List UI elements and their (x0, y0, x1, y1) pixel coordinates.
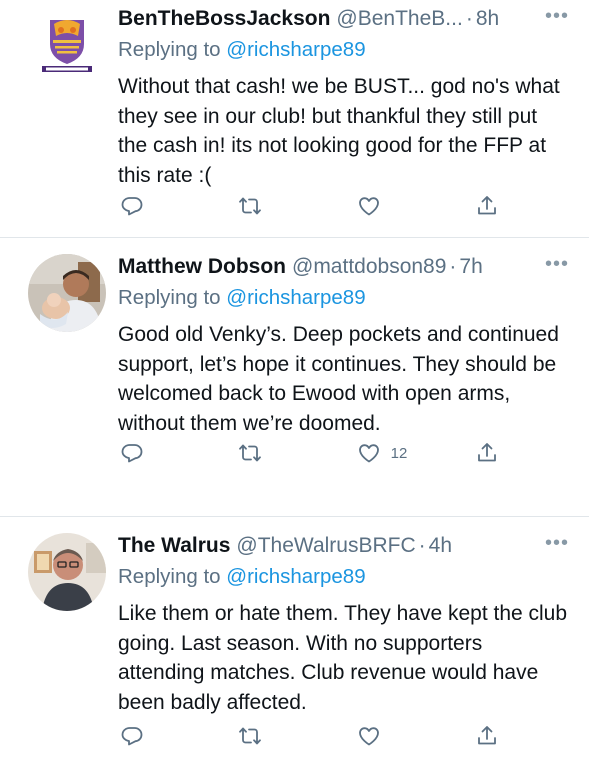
display-name[interactable]: The Walrus (118, 533, 230, 559)
tweet-actions (120, 194, 499, 218)
tweet[interactable]: BenTheBossJackson @BenTheB... · 8h ••• R… (0, 0, 589, 238)
share-icon (478, 196, 496, 215)
share-icon (478, 726, 496, 745)
like-icon (358, 197, 379, 216)
retweet-button[interactable] (238, 441, 356, 465)
tweet[interactable]: Matthew Dobson @mattdobson89 · 7h ••• Re… (0, 238, 589, 517)
tweet-header: BenTheBossJackson @BenTheB... · 8h ••• (118, 6, 569, 32)
tweet-content: Matthew Dobson @mattdobson89 · 7h ••• Re… (118, 254, 569, 516)
tweet-header: The Walrus @TheWalrusBRFC · 4h ••• (118, 533, 569, 559)
mention-link[interactable]: @richsharpe89 (226, 565, 365, 588)
retweet-button[interactable] (238, 194, 356, 218)
avatar[interactable] (28, 533, 106, 611)
tweet[interactable]: The Walrus @TheWalrusBRFC · 4h ••• Reply… (0, 517, 589, 767)
retweet-button[interactable] (238, 724, 356, 748)
more-options-icon[interactable]: ••• (545, 6, 569, 32)
share-button[interactable] (475, 194, 499, 218)
separator-dot: · (449, 255, 457, 278)
avatar[interactable] (28, 6, 106, 84)
replying-to-label: Replying to (118, 38, 221, 61)
share-button[interactable] (475, 441, 499, 465)
like-button[interactable]: 12 (357, 441, 475, 465)
share-button[interactable] (475, 724, 499, 748)
reply-button[interactable] (120, 441, 238, 465)
replying-to: Replying to @richsharpe89 (118, 284, 569, 312)
reply-icon (121, 444, 143, 463)
replying-to: Replying to @richsharpe89 (118, 36, 569, 64)
tweet-header: Matthew Dobson @mattdobson89 · 7h ••• (118, 254, 569, 280)
reply-icon (121, 727, 143, 746)
tweet-thread: BenTheBossJackson @BenTheB... · 8h ••• R… (0, 0, 589, 767)
user-handle[interactable]: @TheWalrusBRFC (236, 533, 415, 559)
replying-to: Replying to @richsharpe89 (118, 563, 569, 591)
user-handle[interactable]: @BenTheB... (336, 6, 462, 32)
timestamp[interactable]: 8h (476, 6, 499, 32)
reply-button[interactable] (120, 194, 238, 218)
retweet-icon (239, 444, 262, 462)
display-name[interactable]: BenTheBossJackson (118, 6, 330, 32)
tweet-text: Like them or hate them. They have kept t… (118, 602, 568, 714)
display-name[interactable]: Matthew Dobson (118, 254, 286, 280)
person-photo-icon (28, 533, 106, 611)
separator-dot: · (465, 7, 473, 30)
mention-link[interactable]: @richsharpe89 (226, 286, 365, 309)
like-icon (358, 727, 379, 746)
reply-button[interactable] (120, 724, 238, 748)
tweet-text: Good old Venky’s. Deep pockets and conti… (118, 323, 559, 435)
tweet-actions: 12 (120, 441, 499, 465)
retweet-icon (239, 727, 262, 745)
user-handle[interactable]: @mattdobson89 (292, 254, 446, 280)
separator-dot: · (418, 534, 426, 557)
retweet-icon (239, 197, 262, 215)
tweet-actions (120, 724, 499, 748)
tweet-text: Without that cash! we be BUST... god no'… (118, 75, 560, 187)
more-options-icon[interactable]: ••• (545, 254, 569, 280)
mention-link[interactable]: @richsharpe89 (226, 38, 365, 61)
timestamp[interactable]: 4h (429, 533, 452, 559)
timestamp[interactable]: 7h (459, 254, 482, 280)
like-button[interactable] (357, 194, 475, 218)
share-icon (478, 443, 496, 462)
like-count: 12 (390, 444, 408, 462)
more-options-icon[interactable]: ••• (545, 533, 569, 559)
like-button[interactable] (357, 724, 475, 748)
purple-crest-logo-icon (28, 6, 106, 84)
avatar[interactable] (28, 254, 106, 332)
like-icon (358, 444, 379, 463)
replying-to-label: Replying to (118, 286, 221, 309)
reply-icon (121, 197, 143, 216)
person-photo-icon (28, 254, 106, 332)
replying-to-label: Replying to (118, 565, 221, 588)
